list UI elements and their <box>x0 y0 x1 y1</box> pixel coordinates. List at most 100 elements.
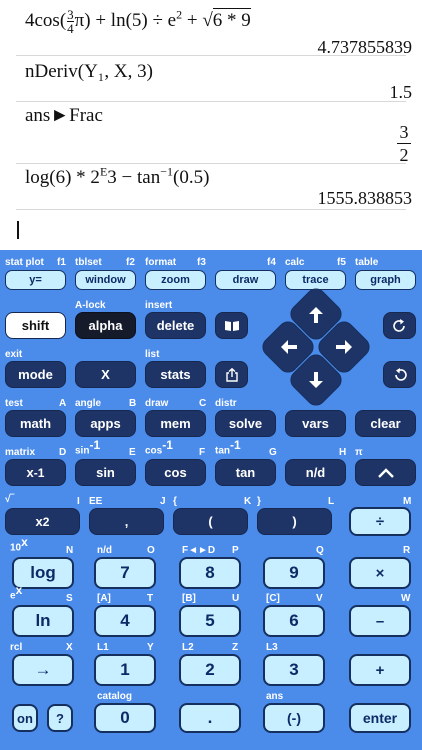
history-expression-1[interactable]: 4cos(3 4 π) + ln(5) ÷ e2 + √6 * 9 <box>25 7 251 35</box>
negative-key[interactable]: (-) <box>263 703 325 733</box>
label-alpha-w: W <box>401 593 411 604</box>
label-exit: exit <box>5 349 23 360</box>
ln-key[interactable]: ln <box>12 605 74 637</box>
seven-key[interactable]: 7 <box>94 557 156 589</box>
undo-key[interactable] <box>383 361 416 388</box>
label-alpha-y: Y <box>147 642 154 653</box>
cos-key[interactable]: cos <box>145 459 206 486</box>
label-list: list <box>145 349 160 360</box>
history-result-2[interactable]: 1.5 <box>390 82 413 103</box>
stats-key[interactable]: stats <box>145 361 206 388</box>
caret-icon <box>377 467 394 478</box>
label-alpha-o: O <box>147 545 155 556</box>
label-alpha-n: N <box>66 545 74 556</box>
two-key[interactable]: 2 <box>179 654 241 686</box>
history-divider <box>16 163 406 164</box>
enter-key[interactable]: enter <box>349 703 411 733</box>
label-matrix-a: [A] <box>97 593 111 604</box>
right-paren-key[interactable]: ) <box>257 508 332 535</box>
redo-icon <box>392 318 405 332</box>
fraction-key[interactable]: n/d <box>285 459 346 486</box>
label-alpha-a: A <box>59 398 67 409</box>
reciprocal-key[interactable]: x -1 <box>5 459 66 486</box>
share-key[interactable] <box>215 361 248 388</box>
sin-key[interactable]: sin <box>75 459 136 486</box>
decimal-key[interactable]: . <box>179 703 241 733</box>
redo-key[interactable] <box>383 312 416 339</box>
label-nd: n/d <box>97 545 112 556</box>
window-key[interactable]: window <box>75 270 136 290</box>
label-format: format <box>145 257 177 268</box>
label-ten-power: 10x <box>10 535 28 554</box>
zero-key[interactable]: 0 <box>94 703 156 733</box>
comma-key[interactable]: , <box>89 508 164 535</box>
solve-key[interactable]: solve <box>215 410 276 437</box>
book-icon <box>224 320 239 331</box>
label-alpha-z: Z <box>232 642 239 653</box>
history-divider <box>16 101 406 102</box>
label-ans: ans <box>266 691 284 702</box>
y-equals-key[interactable]: y= <box>5 270 66 290</box>
graph-key[interactable]: graph <box>355 270 416 290</box>
label-test: test <box>5 398 23 409</box>
eight-key[interactable]: 8 <box>179 557 241 589</box>
one-key[interactable]: 1 <box>94 654 156 686</box>
label-alpha-x: X <box>66 642 73 653</box>
minus-key[interactable]: – <box>349 605 411 637</box>
label-rcl: rcl <box>10 642 23 653</box>
label-lbrace: { <box>173 496 177 507</box>
tan-key[interactable]: tan <box>215 459 276 486</box>
shift-key[interactable]: shift <box>5 312 66 339</box>
label-alpha-c: C <box>199 398 207 409</box>
history-divider <box>16 209 406 210</box>
nine-key[interactable]: 9 <box>263 557 325 589</box>
label-alpha-s: S <box>66 593 73 604</box>
label-rbrace: } <box>257 496 261 507</box>
on-key[interactable]: on <box>12 704 38 732</box>
five-key[interactable]: 5 <box>179 605 241 637</box>
help-key[interactable]: ? <box>47 704 73 732</box>
arrow-left-icon <box>273 331 305 363</box>
square-key[interactable]: x2 <box>5 508 80 535</box>
label-sqrt: √‾ <box>5 494 14 505</box>
plus-key[interactable]: + <box>349 654 411 686</box>
label-angle: angle <box>75 398 102 409</box>
label-alpha-u: U <box>232 593 240 604</box>
history-expression-4[interactable]: log(6) * 2E3 − tan−1(0.5) <box>25 166 209 189</box>
store-key[interactable]: → <box>12 654 74 686</box>
label-alpha-t: T <box>147 593 154 604</box>
label-sin-inverse: sin-1 <box>75 438 101 457</box>
mem-key[interactable]: mem <box>145 410 206 437</box>
label-stat-plot: stat plot <box>5 257 44 268</box>
history-result-3[interactable]: 32 <box>397 122 411 165</box>
label-draw: draw <box>145 398 169 409</box>
history-expression-3[interactable]: ans►Frac <box>25 105 103 127</box>
zoom-key[interactable]: zoom <box>145 270 206 290</box>
mode-key[interactable]: mode <box>5 361 66 388</box>
alpha-key[interactable]: alpha <box>75 312 136 339</box>
history-result-4[interactable]: 1555.838853 <box>318 188 413 209</box>
x-variable-key[interactable]: X <box>75 361 136 388</box>
power-key[interactable] <box>355 459 416 486</box>
label-tan-inverse: tan-1 <box>215 438 241 457</box>
vars-key[interactable]: vars <box>285 410 346 437</box>
book-key[interactable] <box>215 312 248 339</box>
four-key[interactable]: 4 <box>94 605 156 637</box>
label-alpha-g: G <box>269 447 277 458</box>
input-cursor[interactable] <box>17 221 19 239</box>
delete-key[interactable]: delete <box>145 312 206 339</box>
label-ee: EE <box>89 496 103 507</box>
draw-key[interactable]: draw <box>215 270 276 290</box>
math-key[interactable]: math <box>5 410 66 437</box>
label-alpha-e: E <box>129 447 136 458</box>
label-a-lock: A-lock <box>75 300 106 311</box>
left-paren-key[interactable]: ( <box>173 508 248 535</box>
multiply-key[interactable]: × <box>349 557 411 589</box>
three-key[interactable]: 3 <box>263 654 325 686</box>
arrow-up-icon <box>300 299 332 331</box>
apps-key[interactable]: apps <box>75 410 136 437</box>
clear-key[interactable]: clear <box>355 410 416 437</box>
history-expression-2[interactable]: nDeriv(Y₁, X, 3) <box>25 61 153 83</box>
divide-key[interactable]: ÷ <box>349 507 411 536</box>
six-key[interactable]: 6 <box>263 605 325 637</box>
